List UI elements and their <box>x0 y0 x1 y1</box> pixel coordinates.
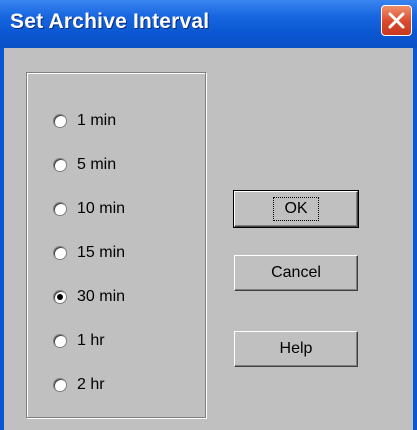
radio-button[interactable] <box>53 378 67 392</box>
radio-label: 1 min <box>77 112 117 129</box>
close-button[interactable] <box>381 5 412 36</box>
radio-label: 30 min <box>77 288 126 305</box>
help-button-label: Help <box>279 340 313 357</box>
radio-1-min[interactable]: 1 min <box>53 108 116 134</box>
close-icon <box>388 12 405 29</box>
dialog-title: Set Archive Interval <box>10 10 210 33</box>
ok-button[interactable]: OK <box>233 190 359 228</box>
dialog-body: 1 min 5 min 10 min 15 min 30 min 1 hr 2 … <box>4 48 413 430</box>
radio-2-hr[interactable]: 2 hr <box>53 372 105 398</box>
interval-group-box: 1 min 5 min 10 min 15 min 30 min 1 hr 2 … <box>26 72 206 418</box>
dialog-window: Set Archive Interval 1 min 5 min 10 min <box>0 0 417 430</box>
radio-label: 5 min <box>77 156 117 173</box>
radio-label: 10 min <box>77 200 126 217</box>
radio-button[interactable] <box>53 246 67 260</box>
cancel-button-label: Cancel <box>271 264 321 281</box>
radio-label: 15 min <box>77 244 126 261</box>
ok-button-label: OK <box>273 197 319 221</box>
radio-button[interactable] <box>53 114 67 128</box>
radio-button[interactable] <box>53 334 67 348</box>
radio-10-min[interactable]: 10 min <box>53 196 125 222</box>
radio-button[interactable] <box>53 158 67 172</box>
radio-5-min[interactable]: 5 min <box>53 152 116 178</box>
radio-15-min[interactable]: 15 min <box>53 240 125 266</box>
title-bar[interactable]: Set Archive Interval <box>0 0 417 48</box>
help-button[interactable]: Help <box>234 331 358 367</box>
radio-30-min[interactable]: 30 min <box>53 284 125 310</box>
cancel-button[interactable]: Cancel <box>234 255 358 291</box>
radio-1-hr[interactable]: 1 hr <box>53 328 105 354</box>
radio-button[interactable] <box>53 202 67 216</box>
radio-button-selected[interactable] <box>53 290 67 304</box>
radio-label: 1 hr <box>77 332 105 349</box>
radio-label: 2 hr <box>77 376 105 393</box>
